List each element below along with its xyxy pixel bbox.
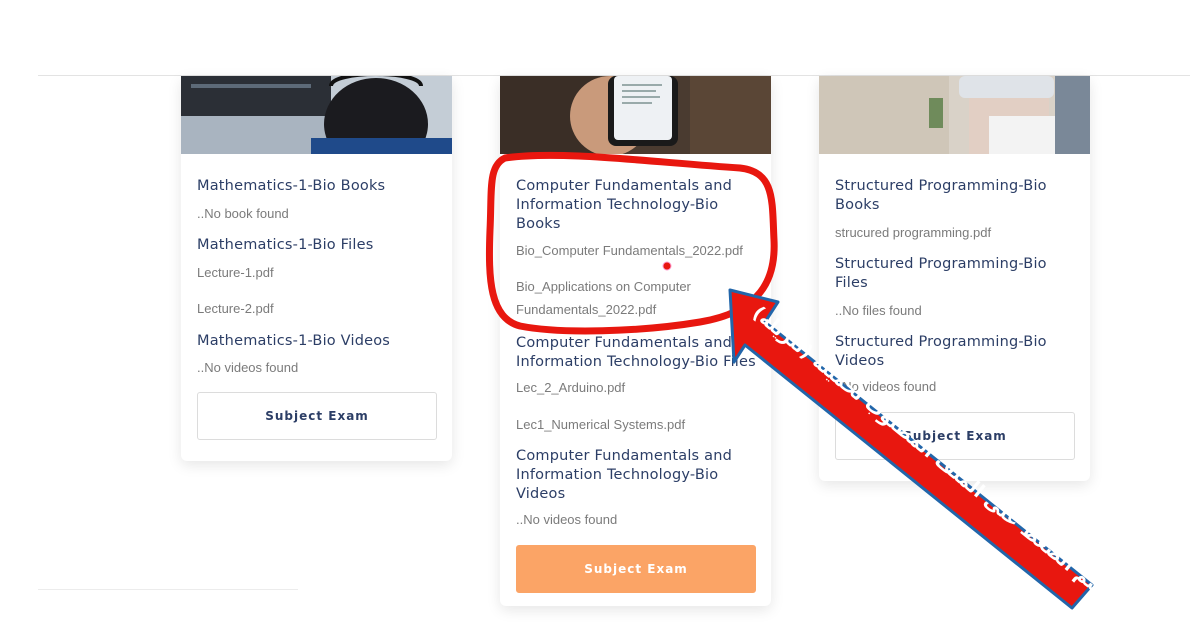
video-item: ..No videos found bbox=[835, 379, 937, 394]
file-item: ..No files found bbox=[835, 303, 922, 318]
books-heading: Computer Fundamentals and Information Te… bbox=[516, 178, 732, 232]
videos-heading: Structured Programming-Bio Videos bbox=[835, 334, 1047, 369]
course-image-person-with-vr bbox=[819, 76, 1090, 154]
books-heading: Structured Programming-Bio Books bbox=[835, 178, 1047, 213]
file-link-lec1-numerical[interactable]: Lec1_Numerical Systems.pdf bbox=[516, 413, 685, 436]
subject-card-mathematics: Mathematics-1-Bio Books ..No book found … bbox=[181, 76, 452, 461]
footer-divider bbox=[38, 589, 298, 590]
subject-card-computer-fundamentals: Computer Fundamentals and Information Te… bbox=[500, 76, 771, 606]
subject-exam-button[interactable]: Subject Exam bbox=[835, 412, 1075, 460]
video-item: ..No videos found bbox=[197, 360, 299, 375]
course-image-phone-in-hand bbox=[500, 76, 771, 154]
file-link-structured-programming[interactable]: strucured programming.pdf bbox=[835, 221, 991, 244]
subject-exam-button[interactable]: Subject Exam bbox=[197, 392, 437, 440]
file-link-bio-computer-fundamentals[interactable]: Bio_Computer Fundamentals_2022.pdf bbox=[516, 239, 756, 262]
videos-heading: Computer Fundamentals and Information Te… bbox=[516, 448, 732, 502]
file-link-bio-applications[interactable]: Bio_Applications on Computer Fundamental… bbox=[516, 275, 716, 321]
file-link-lec2-arduino[interactable]: Lec_2_Arduino.pdf bbox=[516, 376, 625, 399]
subject-card-structured-programming: Structured Programming-Bio Books strucur… bbox=[819, 76, 1090, 481]
file-link-lecture-1[interactable]: Lecture-1.pdf bbox=[197, 261, 274, 284]
course-image-person-at-computer bbox=[181, 76, 452, 154]
video-item: ..No videos found bbox=[516, 512, 618, 527]
files-heading: Computer Fundamentals and Information Te… bbox=[516, 335, 756, 370]
book-item: ..No book found bbox=[197, 206, 289, 221]
videos-heading: Mathematics-1-Bio Videos bbox=[197, 333, 391, 349]
files-heading: Mathematics-1-Bio Files bbox=[197, 237, 374, 253]
files-heading: Structured Programming-Bio Files bbox=[835, 256, 1047, 291]
books-heading: Mathematics-1-Bio Books bbox=[197, 178, 386, 194]
file-link-lecture-2[interactable]: Lecture-2.pdf bbox=[197, 297, 274, 320]
subject-exam-button[interactable]: Subject Exam bbox=[516, 545, 756, 593]
